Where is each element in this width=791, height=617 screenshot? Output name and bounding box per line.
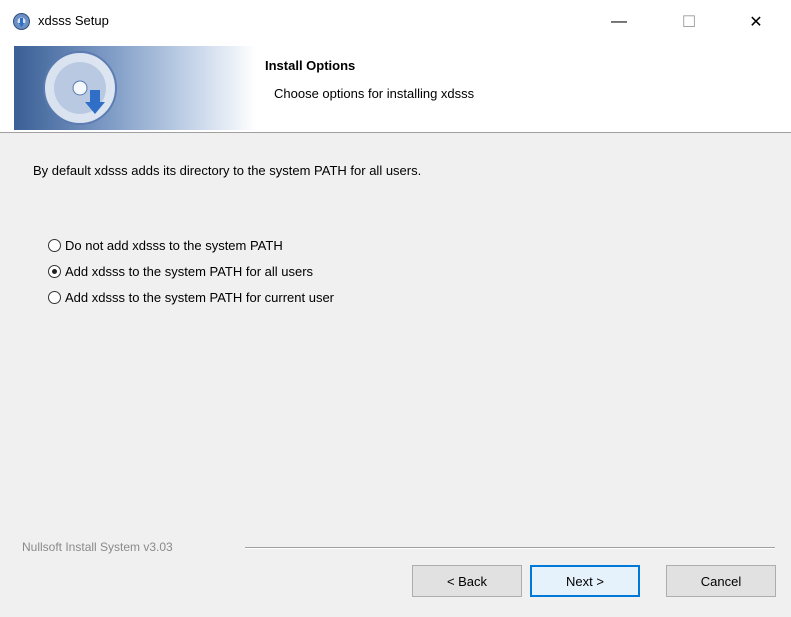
window-title: xdsss Setup [38,13,109,28]
next-button[interactable]: Next > [530,565,640,597]
maximize-button[interactable]: ☐ [654,0,724,44]
radio-path-all-users[interactable] [48,265,61,278]
page-header: Install Options Choose options for insta… [0,44,791,133]
description-text: By default xdsss adds its directory to t… [33,163,422,178]
close-icon: ✕ [749,14,763,31]
header-title: Install Options [265,58,356,73]
cancel-button[interactable]: Cancel [666,565,776,597]
option-path-all-users[interactable]: Add xdsss to the system PATH for all use… [48,264,313,279]
option-label-path-current-user: Add xdsss to the system PATH for current… [65,290,335,305]
option-no-path[interactable]: Do not add xdsss to the system PATH [48,238,283,253]
header-subtitle: Choose options for installing xdsss [274,86,475,101]
footer-divider [245,547,775,549]
radio-path-current-user[interactable] [48,291,61,304]
minimize-button[interactable]: — [584,0,654,44]
header-banner-image [14,46,256,130]
option-path-current-user[interactable]: Add xdsss to the system PATH for current… [48,290,334,305]
maximize-icon: ☐ [681,14,697,31]
title-bar[interactable]: xdsss Setup — ☐ ✕ [0,0,791,44]
options-panel: By default xdsss adds its directory to t… [0,133,791,543]
option-label-no-path: Do not add xdsss to the system PATH [65,238,283,253]
option-label-path-all-users: Add xdsss to the system PATH for all use… [65,264,314,279]
installer-disc-icon [43,51,117,125]
close-button[interactable]: ✕ [721,0,791,44]
minimize-icon: — [611,13,627,30]
installer-app-icon [13,13,30,30]
back-button[interactable]: < Back [412,565,522,597]
installer-window: xdsss Setup — ☐ ✕ Install Options Choose… [0,0,791,617]
nsis-branding-text: Nullsoft Install System v3.03 [22,540,173,554]
radio-selected-dot [52,269,57,274]
radio-no-path[interactable] [48,239,61,252]
